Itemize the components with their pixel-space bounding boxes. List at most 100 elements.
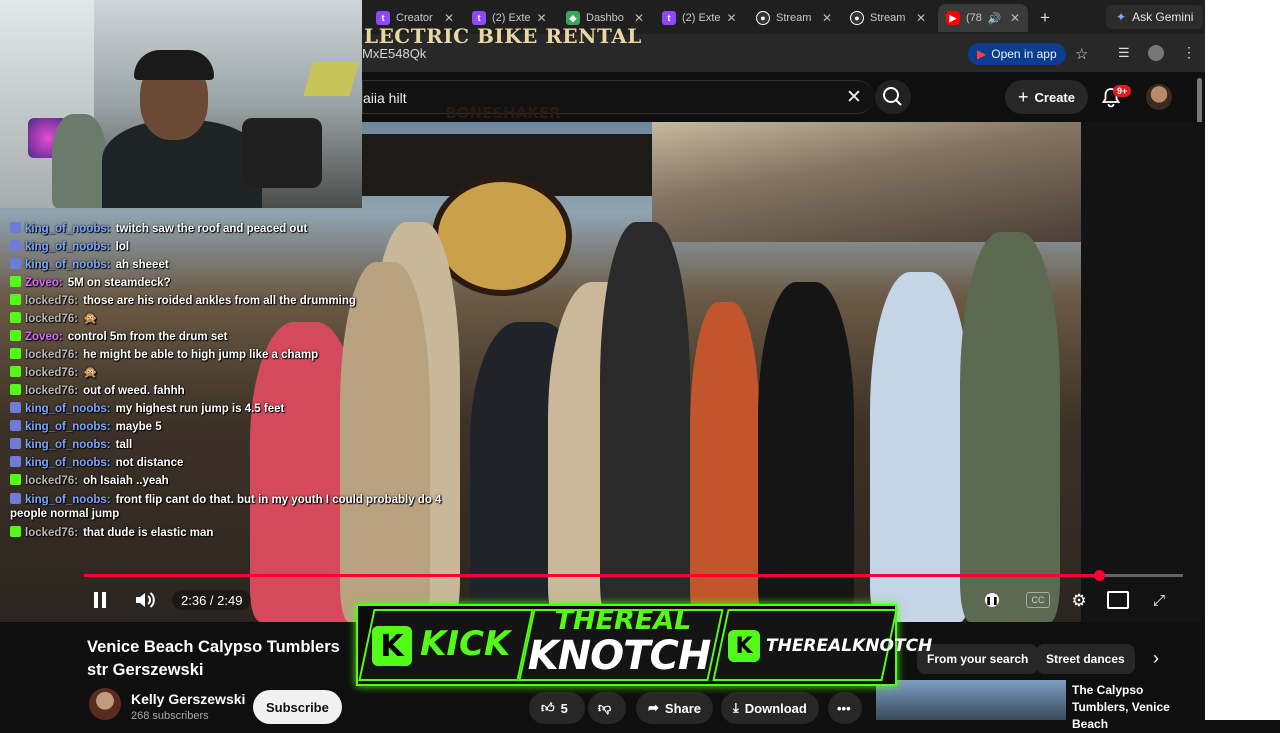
twitch-icon: t (662, 11, 676, 25)
captions-icon[interactable]: CC (1026, 592, 1050, 608)
camera-equipment (242, 118, 322, 188)
star-bookmark-icon[interactable]: ☆ (1075, 45, 1088, 63)
pause-icon (94, 592, 106, 608)
person-figure (870, 272, 970, 622)
search-input[interactable]: aiia hilt (363, 90, 407, 106)
open-in-app-button[interactable]: ▶ Open in app (968, 43, 1066, 65)
chat-message: king_of_noobs: tall (10, 436, 480, 454)
notification-badge: 9+ (1113, 85, 1132, 97)
volume-button[interactable] (130, 588, 160, 612)
chat-badge-icon (10, 330, 21, 341)
close-icon[interactable]: ✕ (1010, 11, 1020, 25)
download-icon: ⤓ (733, 700, 739, 715)
autoplay-toggle[interactable]: ❚❚ (982, 590, 1002, 610)
ask-gemini-button[interactable]: ✦ Ask Gemini (1106, 5, 1204, 29)
chat-text: 🙊 (83, 313, 98, 325)
close-icon[interactable]: ✕ (444, 11, 454, 25)
progress-fill (84, 574, 1100, 577)
more-actions-button[interactable]: ••• (828, 692, 862, 724)
chat-text: oh Isaiah ..yeah (83, 475, 169, 487)
chat-message: king_of_noobs: my highest run jump is 4.5… (10, 400, 480, 418)
close-icon[interactable]: ✕ (634, 11, 644, 25)
pause-button[interactable] (86, 588, 114, 612)
chat-message: king_of_noobs: maybe 5 (10, 418, 480, 436)
chat-username: king_of_noobs: (25, 403, 111, 415)
chip-from-your-search[interactable]: From your search (917, 644, 1039, 674)
progress-bar[interactable] (84, 570, 1183, 581)
chat-message: king_of_noobs: not distance (10, 454, 480, 472)
chat-text: he might be able to high jump like a cha… (83, 349, 319, 361)
more-vert-icon[interactable]: ⋮ (1182, 44, 1196, 61)
chat-badge-icon (10, 348, 21, 359)
chat-message: locked76: 🙊 (10, 310, 480, 328)
chat-badge-icon (10, 258, 21, 269)
tab-label: Stream (870, 12, 906, 24)
related-video-title[interactable]: The Calypso Tumblers, Venice Beach (1072, 682, 1192, 733)
reading-list-icon[interactable]: ☰ (1118, 45, 1130, 61)
chat-badge-icon (10, 493, 21, 504)
search-box[interactable]: aiia hilt (362, 80, 874, 114)
speaker-icon[interactable]: 🔊 (988, 12, 1002, 25)
close-icon[interactable]: ✕ (916, 11, 926, 25)
chat-badge-icon (10, 456, 21, 467)
search-button[interactable] (875, 80, 911, 114)
chat-username: Zoveo: (25, 331, 63, 343)
chat-message: locked76: those are his roided ankles fro… (10, 292, 480, 310)
chat-username: locked76: (25, 349, 79, 361)
time-display: 2:36 / 2:49 (172, 590, 252, 610)
close-icon[interactable]: ✕ (727, 11, 737, 25)
tab-stream-1[interactable]: ● Stream ✕ (748, 4, 840, 32)
sign-text: LECTRIC BIKE RENTAL (364, 24, 642, 48)
close-icon[interactable]: ✕ (822, 11, 832, 25)
close-icon[interactable]: ✕ (537, 11, 547, 25)
chat-username: king_of_noobs: (25, 259, 111, 271)
account-avatar[interactable] (1146, 84, 1172, 110)
settings-gear-icon[interactable]: ⚙ (1068, 590, 1090, 612)
share-button[interactable]: ➦ Share (636, 692, 714, 724)
new-tab-button[interactable]: + (1032, 4, 1058, 32)
streamer-handle: THEREALKNOTCH (766, 636, 933, 656)
autoplay-pause-icon: ❚❚ (985, 593, 999, 607)
chat-message: king_of_noobs: twitch saw the roof and pe… (10, 220, 480, 238)
chat-message: locked76: he might be able to high jump l… (10, 346, 480, 364)
profile-icon[interactable] (1148, 45, 1164, 61)
related-video-thumbnail[interactable] (876, 680, 1066, 720)
chevron-right-icon[interactable]: › (1153, 648, 1159, 669)
chip-street-dances[interactable]: Street dances (1036, 644, 1135, 674)
chat-message: king_of_noobs: ah sheeet (10, 256, 480, 274)
chat-message: Zoveo: control 5m from the drum set (10, 328, 480, 346)
video-title: Venice Beach Calypso Tumblers str Gersze… (87, 638, 340, 679)
chat-message: locked76: 🙊 (10, 364, 480, 382)
chat-badge-icon (10, 312, 21, 323)
chat-username: king_of_noobs: (25, 457, 111, 469)
url-text[interactable]: MxE548Qk (362, 46, 426, 61)
chat-text: out of weed. fahhh (83, 385, 185, 397)
chat-text: my highest run jump is 4.5 feet (115, 403, 285, 415)
chat-badge-icon (10, 438, 21, 449)
chat-message: Zoveo: 5M on steamdeck? (10, 274, 480, 292)
page-right-edge (1205, 0, 1280, 720)
channel-avatar[interactable] (89, 688, 121, 720)
chat-text: lol (115, 241, 130, 253)
tab-youtube-active[interactable]: ▶ (78 🔊 ✕ (938, 4, 1028, 32)
chat-text: not distance (115, 457, 184, 469)
twitch-icon: t (376, 11, 390, 25)
channel-name[interactable]: Kelly Gerszewski (131, 691, 245, 707)
kick-logo-icon: K (728, 630, 760, 662)
tab-stream-2[interactable]: ● Stream ✕ (842, 4, 934, 32)
subscribe-button[interactable]: Subscribe (253, 690, 342, 724)
dislike-button[interactable]: 👎︎ (588, 692, 626, 724)
stream-icon: ● (850, 11, 864, 25)
tab-extension-2[interactable]: t (2) Exte ✕ (654, 4, 744, 32)
clear-search-icon[interactable]: ✕ (846, 86, 862, 109)
download-button[interactable]: ⤓ Download (721, 692, 819, 724)
share-label: Share (664, 700, 702, 716)
create-button[interactable]: + Create (1005, 80, 1088, 114)
like-button[interactable]: 👍︎ 5 (529, 692, 585, 724)
chat-username: locked76: (25, 313, 79, 325)
chat-text: 🙊 (83, 367, 98, 379)
download-label: Download (744, 700, 807, 716)
chat-text: that dude is elastic man (83, 527, 214, 539)
fullscreen-icon[interactable]: ⤢ (1149, 590, 1169, 610)
theater-mode-icon[interactable] (1107, 591, 1129, 609)
